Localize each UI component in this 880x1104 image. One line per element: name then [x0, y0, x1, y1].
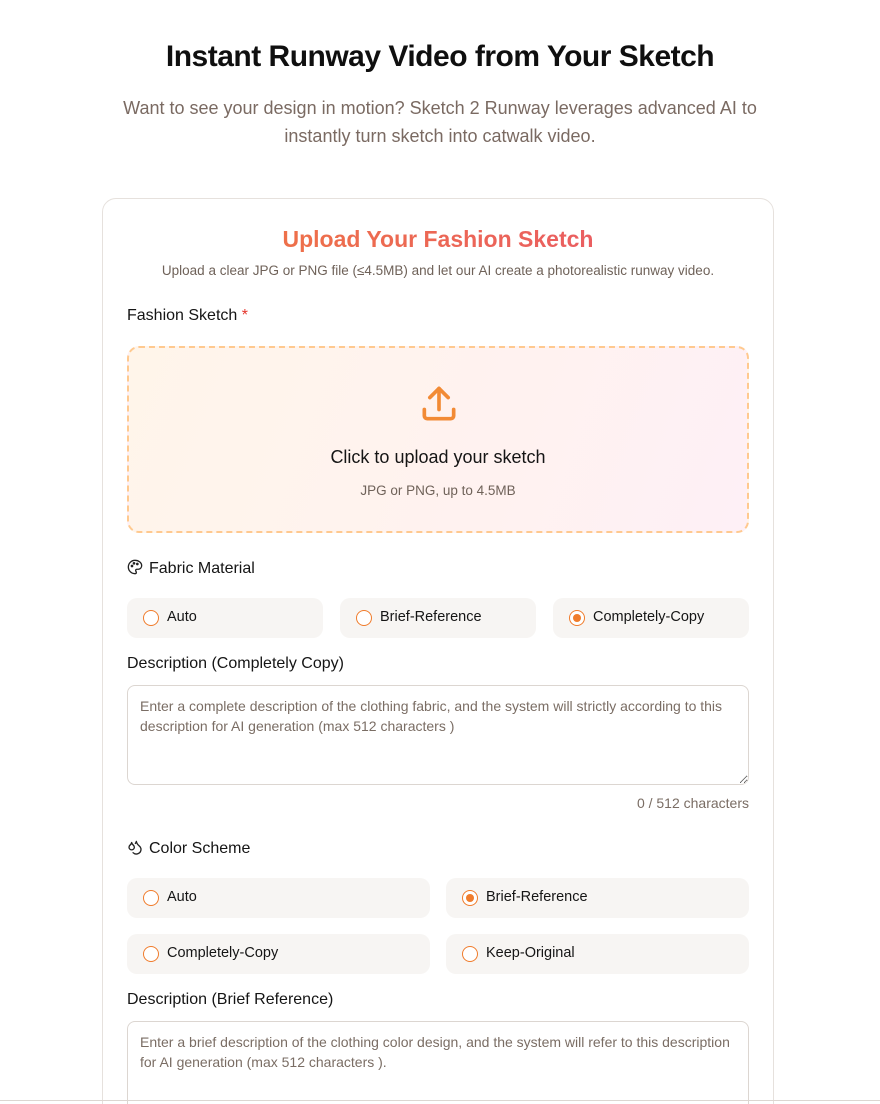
radio-button[interactable]	[143, 890, 159, 906]
radio-button[interactable]	[143, 610, 159, 626]
viewport-divider	[0, 1100, 880, 1101]
option-label: Auto	[167, 609, 197, 625]
radio-button-selected[interactable]	[569, 610, 585, 626]
option-label: Completely-Copy	[593, 609, 705, 625]
page-subtitle: Want to see your design in motion? Sketc…	[123, 98, 757, 146]
droplets-icon	[127, 839, 143, 860]
card-subtitle: Upload a clear JPG or PNG file (≤4.5MB) …	[161, 263, 715, 278]
fashion-sketch-label-text: Fashion Sketch	[127, 307, 238, 324]
fabric-material-label-text: Fabric Material	[149, 560, 255, 577]
fabric-material-label: Fabric Material	[127, 559, 255, 580]
fabric-char-counter: 0 / 512 characters	[636, 795, 749, 811]
radio-button[interactable]	[143, 946, 159, 962]
option-label: Brief-Reference	[486, 889, 588, 905]
radio-button[interactable]	[462, 946, 478, 962]
required-mark: *	[241, 307, 248, 324]
color-description-label: Description (Brief Reference)	[127, 991, 334, 1008]
color-option-completely-copy[interactable]: Completely-Copy	[127, 934, 430, 974]
color-option-brief-reference[interactable]: Brief-Reference	[446, 878, 749, 918]
fashion-sketch-label: Fashion Sketch *	[127, 307, 248, 325]
fabric-option-brief-reference[interactable]: Brief-Reference	[340, 598, 536, 638]
fabric-option-auto[interactable]: Auto	[127, 598, 323, 638]
page-title: Instant Runway Video from Your Sketch	[165, 40, 715, 73]
color-description-input[interactable]	[127, 1021, 749, 1104]
sketch-upload-dropzone[interactable]: Click to upload your sketch JPG or PNG, …	[127, 346, 749, 533]
upload-form-card: Upload Your Fashion Sketch Upload a clea…	[102, 198, 774, 1104]
color-scheme-label: Color Scheme	[127, 839, 250, 860]
radio-button-selected[interactable]	[462, 890, 478, 906]
upload-hint: JPG or PNG, up to 4.5MB	[360, 483, 516, 498]
palette-icon	[127, 559, 143, 580]
fabric-description-label: Description (Completely Copy)	[127, 655, 344, 672]
fabric-description-input[interactable]	[127, 685, 749, 785]
upload-icon	[417, 382, 461, 431]
option-label: Brief-Reference	[380, 609, 482, 625]
upload-title: Click to upload your sketch	[330, 447, 546, 467]
fabric-option-completely-copy[interactable]: Completely-Copy	[553, 598, 749, 638]
color-option-auto[interactable]: Auto	[127, 878, 430, 918]
option-label: Keep-Original	[486, 945, 575, 961]
card-title: Upload Your Fashion Sketch	[103, 226, 773, 253]
radio-button[interactable]	[356, 610, 372, 626]
color-scheme-label-text: Color Scheme	[149, 840, 251, 857]
option-label: Auto	[167, 889, 197, 905]
option-label: Completely-Copy	[167, 945, 279, 961]
color-option-keep-original[interactable]: Keep-Original	[446, 934, 749, 974]
